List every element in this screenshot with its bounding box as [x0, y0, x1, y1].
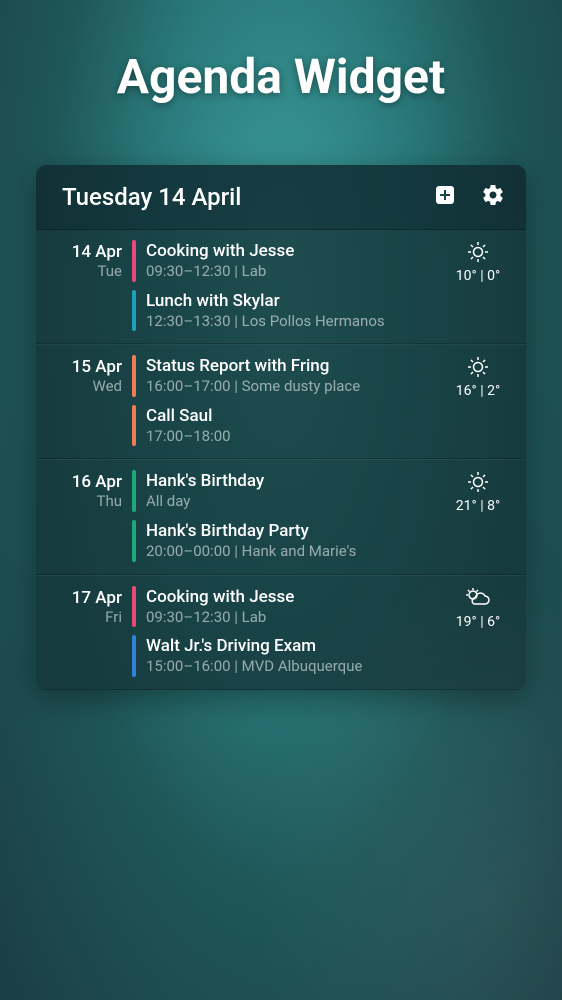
widget-header: Tuesday 14 April: [36, 165, 526, 230]
sun-icon: [446, 470, 510, 494]
widget-date-title: Tuesday 14 April: [62, 183, 410, 211]
event-title: Walt Jr.'s Driving Exam: [146, 635, 440, 657]
event-item[interactable]: Call Saul17:00–18:00: [132, 405, 440, 447]
event-title: Cooking with Jesse: [146, 586, 440, 608]
plus-icon: [433, 183, 457, 211]
event-subtitle: 15:00–16:00 | MVD Albuquerque: [146, 657, 440, 677]
event-title: Status Report with Fring: [146, 355, 440, 377]
settings-button[interactable]: [480, 184, 506, 210]
add-event-button[interactable]: [432, 184, 458, 210]
weather-column: 21° | 8°: [440, 470, 510, 514]
event-subtitle: 16:00–17:00 | Some dusty place: [146, 377, 440, 397]
temperature-label: 21° | 8°: [446, 498, 510, 514]
event-item[interactable]: Walt Jr.'s Driving Exam15:00–16:00 | MVD…: [132, 635, 440, 677]
agenda-widget: Tuesday 14 April 14 AprTueCooking with J…: [36, 165, 526, 690]
date-label: 17 Apr: [36, 588, 122, 608]
event-subtitle: 12:30–13:30 | Los Pollos Hermanos: [146, 312, 440, 332]
event-color-bar: [132, 520, 136, 562]
event-color-bar: [132, 355, 136, 397]
event-color-bar: [132, 635, 136, 677]
event-item[interactable]: Cooking with Jesse09:30–12:30 | Lab: [132, 240, 440, 282]
event-item[interactable]: Lunch with Skylar12:30–13:30 | Los Pollo…: [132, 290, 440, 332]
event-subtitle: All day: [146, 492, 440, 512]
event-title: Hank's Birthday: [146, 470, 440, 492]
day-block[interactable]: 16 AprThuHank's BirthdayAll dayHank's Bi…: [36, 459, 526, 574]
date-column: 15 AprWed: [36, 355, 132, 395]
day-block[interactable]: 14 AprTueCooking with Jesse09:30–12:30 |…: [36, 230, 526, 344]
event-color-bar: [132, 405, 136, 447]
event-title: Call Saul: [146, 405, 440, 427]
weather-column: 19° | 6°: [440, 586, 510, 630]
event-item[interactable]: Cooking with Jesse09:30–12:30 | Lab: [132, 586, 440, 628]
day-of-week-label: Thu: [36, 492, 122, 510]
events-column: Cooking with Jesse09:30–12:30 | Lab Walt …: [132, 586, 440, 677]
event-title: Cooking with Jesse: [146, 240, 440, 262]
date-column: 14 AprTue: [36, 240, 132, 280]
event-item[interactable]: Status Report with Fring16:00–17:00 | So…: [132, 355, 440, 397]
day-of-week-label: Tue: [36, 262, 122, 280]
event-item[interactable]: Hank's Birthday Party20:00–00:00 | Hank …: [132, 520, 440, 562]
date-label: 16 Apr: [36, 472, 122, 492]
event-title: Lunch with Skylar: [146, 290, 440, 312]
day-block[interactable]: 17 AprFriCooking with Jesse09:30–12:30 |…: [36, 575, 526, 690]
event-subtitle: 17:00–18:00: [146, 427, 440, 447]
event-item[interactable]: Hank's BirthdayAll day: [132, 470, 440, 512]
gear-icon: [481, 183, 505, 211]
event-color-bar: [132, 586, 136, 628]
event-subtitle: 09:30–12:30 | Lab: [146, 608, 440, 628]
date-column: 16 AprThu: [36, 470, 132, 510]
events-column: Hank's BirthdayAll day Hank's Birthday Pa…: [132, 470, 440, 561]
event-color-bar: [132, 240, 136, 282]
day-block[interactable]: 15 AprWedStatus Report with Fring16:00–1…: [36, 344, 526, 459]
weather-column: 10° | 0°: [440, 240, 510, 284]
events-column: Status Report with Fring16:00–17:00 | So…: [132, 355, 440, 446]
temperature-label: 16° | 2°: [446, 383, 510, 399]
sun-icon: [446, 355, 510, 379]
event-subtitle: 09:30–12:30 | Lab: [146, 262, 440, 282]
date-label: 14 Apr: [36, 242, 122, 262]
temperature-label: 10° | 0°: [446, 268, 510, 284]
day-of-week-label: Wed: [36, 377, 122, 395]
date-label: 15 Apr: [36, 357, 122, 377]
day-of-week-label: Fri: [36, 608, 122, 626]
temperature-label: 19° | 6°: [446, 614, 510, 630]
event-title: Hank's Birthday Party: [146, 520, 440, 542]
partly-cloudy-icon: [446, 586, 510, 610]
weather-column: 16° | 2°: [440, 355, 510, 399]
events-column: Cooking with Jesse09:30–12:30 | Lab Lunch…: [132, 240, 440, 331]
date-column: 17 AprFri: [36, 586, 132, 626]
sun-icon: [446, 240, 510, 264]
event-color-bar: [132, 290, 136, 332]
page-title: Agenda Widget: [0, 0, 562, 105]
event-subtitle: 20:00–00:00 | Hank and Marie's: [146, 542, 440, 562]
event-color-bar: [132, 470, 136, 512]
